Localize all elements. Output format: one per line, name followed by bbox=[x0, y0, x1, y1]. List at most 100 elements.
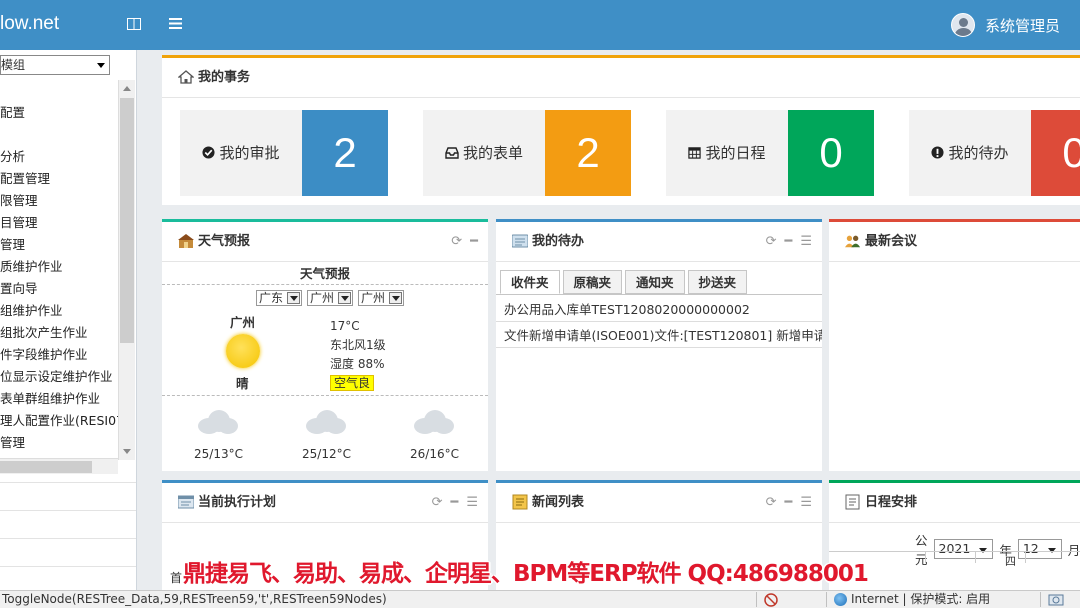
sidebar-item[interactable] bbox=[0, 124, 118, 146]
weekday-header: 四 bbox=[1005, 555, 1016, 568]
affair-tile[interactable]: 我的待办 0 bbox=[909, 110, 1080, 196]
sidebar-item[interactable]: 理人配置作业(RESI07 bbox=[0, 410, 118, 432]
sidebar-item[interactable]: 件字段维护作业 bbox=[0, 344, 118, 366]
plan-header: 当前执行计划 ⟳ ━ ☰ bbox=[162, 483, 488, 523]
zoom-icon[interactable] bbox=[1048, 593, 1066, 607]
divider bbox=[162, 284, 488, 285]
weather-details: 17°C 东北风1级 湿度 88% 空气良 bbox=[330, 317, 386, 393]
avatar bbox=[950, 13, 975, 37]
module-select-value: 模组 bbox=[1, 58, 26, 72]
todo-row[interactable]: 办公用品入库单TEST1208020000000002 bbox=[496, 298, 822, 322]
todo-tab[interactable]: 收件夹 bbox=[500, 270, 560, 294]
weather-tools: ⟳ ━ bbox=[451, 222, 478, 262]
todo-tools: ⟳ ━ ☰ bbox=[766, 222, 812, 262]
menu-icon[interactable]: ☰ bbox=[466, 483, 478, 523]
minimize-icon[interactable]: ━ bbox=[785, 483, 793, 523]
sidebar-item[interactable]: 表单群组维护作业 bbox=[0, 388, 118, 410]
todo-title: 我的待办 bbox=[532, 234, 585, 249]
tile-count: 0 bbox=[788, 110, 874, 196]
security-zone[interactable]: Internet | 保护模式: 启用 bbox=[834, 591, 990, 608]
news-icon bbox=[512, 494, 528, 510]
columns-icon[interactable] bbox=[124, 14, 144, 34]
tile-count: 2 bbox=[302, 110, 388, 196]
weather-city: 广州 bbox=[230, 315, 256, 330]
air-quality-badge: 空气良 bbox=[330, 375, 375, 391]
menu-icon[interactable]: ☰ bbox=[800, 222, 812, 262]
hamburger-icon[interactable] bbox=[165, 14, 185, 34]
status-js-text: ToggleNode(RESTree_Data,59,RESTreen59,'t… bbox=[2, 592, 387, 606]
meeting-panel: 最新会议 bbox=[829, 219, 1080, 471]
top-bar: low.net 系统管理员 bbox=[0, 0, 1080, 50]
refresh-icon[interactable]: ⟳ bbox=[451, 222, 462, 262]
minimize-icon[interactable]: ━ bbox=[451, 483, 459, 523]
sidebar-item[interactable]: 组批次产生作业 bbox=[0, 322, 118, 344]
district-select[interactable]: 广州 bbox=[358, 290, 405, 306]
calendar-controls: 公元 2021 年 12 月 bbox=[915, 530, 1080, 568]
chevron-down-icon bbox=[338, 292, 352, 304]
year-select[interactable]: 2021 bbox=[933, 539, 994, 559]
weather-header: 天气预报 ⟳ ━ bbox=[162, 222, 488, 262]
refresh-icon[interactable]: ⟳ bbox=[766, 483, 777, 523]
district-value: 广州 bbox=[361, 291, 386, 305]
schedule-title: 日程安排 bbox=[865, 495, 918, 510]
sidebar-item[interactable] bbox=[0, 80, 118, 102]
weather-inner-title: 天气预报 bbox=[299, 266, 350, 281]
affair-tile[interactable]: 我的日程 0 bbox=[666, 110, 874, 196]
weather-temp: 17°C bbox=[330, 319, 360, 333]
sidebar-item[interactable]: 位显示设定维护作业 bbox=[0, 366, 118, 388]
plan-icon bbox=[178, 495, 194, 509]
forecast-day-3: 26/16°C bbox=[410, 447, 459, 461]
tile-label: 我的日程 bbox=[666, 110, 788, 196]
chevron-down-icon bbox=[97, 63, 105, 72]
affair-tile[interactable]: 我的表单 2 bbox=[423, 110, 631, 196]
first-page-link[interactable]: 首 bbox=[170, 569, 182, 586]
meeting-title: 最新会议 bbox=[865, 234, 918, 249]
tile-label-text: 我的表单 bbox=[462, 144, 523, 162]
sidebar-item[interactable]: 管理 bbox=[0, 432, 118, 454]
scroll-up-icon[interactable] bbox=[123, 82, 131, 91]
todo-row[interactable]: 文件新增申请单(ISOE001)文件:[TEST120801] 新增申请 申 bbox=[496, 324, 822, 348]
news-header: 新闻列表 ⟳ ━ ☰ bbox=[496, 483, 822, 523]
module-select[interactable]: 模组 bbox=[0, 55, 110, 75]
province-select[interactable]: 广东 bbox=[256, 290, 303, 306]
my-affairs-title: 我的事务 bbox=[198, 70, 251, 85]
scrollbar-thumb[interactable] bbox=[120, 98, 134, 343]
sidebar-item[interactable]: 限管理 bbox=[0, 190, 118, 212]
affair-tile[interactable]: 我的审批 2 bbox=[180, 110, 388, 196]
refresh-icon[interactable]: ⟳ bbox=[432, 483, 443, 523]
sidebar-item[interactable]: 组维护作业 bbox=[0, 300, 118, 322]
exclamation-circle-icon bbox=[931, 111, 945, 197]
chevron-down-icon bbox=[389, 292, 403, 304]
cloud-icon bbox=[198, 408, 238, 436]
forecast-day-1: 25/13°C bbox=[194, 447, 243, 461]
minimize-icon[interactable]: ━ bbox=[785, 222, 793, 262]
sidebar-item[interactable]: 目管理 bbox=[0, 212, 118, 234]
scroll-down-icon[interactable] bbox=[123, 449, 131, 458]
todo-tab[interactable]: 抄送夹 bbox=[687, 270, 748, 294]
sidebar: 模组 配置 分析 配置管理 限管理 目管理 管理 质维护作业 置向导 组维护作业 组批次产生作业件… bbox=[0, 50, 137, 590]
minimize-icon[interactable]: ━ bbox=[470, 222, 478, 262]
sidebar-item[interactable]: 置向导 bbox=[0, 278, 118, 300]
meeting-header: 最新会议 bbox=[829, 222, 1080, 262]
sidebar-item[interactable]: 管理 bbox=[0, 234, 118, 256]
todo-tab[interactable]: 原稿夹 bbox=[562, 270, 623, 294]
todo-tab[interactable]: 通知夹 bbox=[625, 270, 685, 294]
refresh-icon[interactable]: ⟳ bbox=[766, 222, 777, 262]
city-select[interactable]: 广州 bbox=[307, 290, 354, 306]
popup-blocked-icon[interactable] bbox=[764, 593, 780, 607]
check-circle-icon bbox=[202, 111, 216, 197]
sidebar-item[interactable]: 质维护作业 bbox=[0, 256, 118, 278]
sidebar-scrollbar[interactable] bbox=[118, 80, 135, 460]
people-icon bbox=[845, 235, 861, 248]
user-menu[interactable]: 系统管理员 bbox=[950, 13, 1060, 37]
sidebar-item[interactable]: 分析 bbox=[0, 146, 118, 168]
calendar-icon bbox=[688, 111, 702, 197]
sidebar-item[interactable]: 配置管理 bbox=[0, 168, 118, 190]
tile-label-text: 我的日程 bbox=[705, 144, 766, 162]
sidebar-item[interactable]: 配置 bbox=[0, 102, 118, 124]
menu-icon[interactable]: ☰ bbox=[800, 483, 812, 523]
hscrollbar-thumb[interactable] bbox=[0, 461, 92, 473]
plan-title: 当前执行计划 bbox=[198, 495, 277, 510]
sidebar-hscrollbar[interactable] bbox=[0, 458, 118, 474]
inbox-icon bbox=[445, 111, 459, 197]
